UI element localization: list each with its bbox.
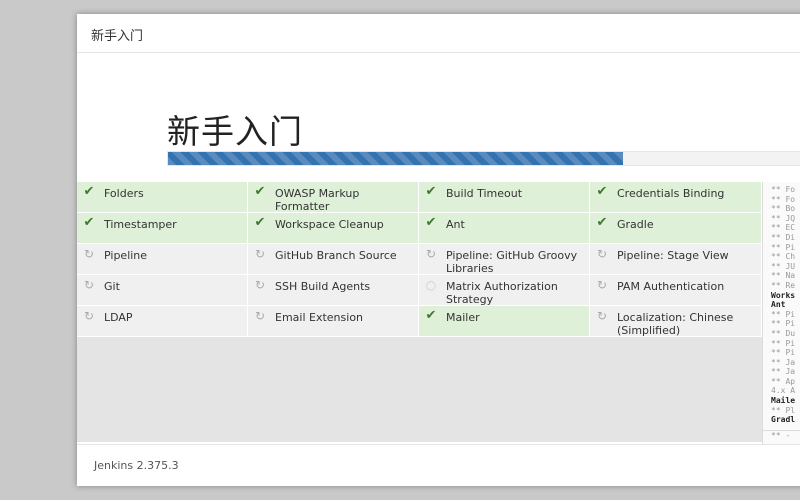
plugin-label: Credentials Binding [617, 187, 725, 200]
check-icon: ✔ [596, 184, 608, 199]
plugin-label: Folders [104, 187, 144, 200]
plugin-item: ✔ Timestamper [77, 213, 248, 244]
log-line: ** Di [771, 232, 796, 242]
plugin-label: Timestamper [104, 218, 177, 231]
plugin-item: ✔ Folders [77, 182, 248, 213]
plugin-label: GitHub Branch Source [275, 249, 397, 262]
page-title: 新手入门 [167, 112, 303, 151]
plugin-item: ↻ PAM Authentication [590, 275, 762, 306]
log-line: ** JU [771, 261, 796, 271]
hero-section: 新手入门 [77, 53, 800, 181]
plugin-label: Build Timeout [446, 187, 523, 200]
log-line: ** Pi [771, 338, 796, 348]
plugin-item: ↻ Pipeline: GitHub Groovy Libraries [419, 244, 590, 275]
log-line: ** Pi [771, 242, 796, 252]
jenkins-version: Jenkins 2.375.3 [94, 459, 179, 472]
plugin-label: LDAP [104, 311, 133, 324]
check-icon: ✔ [425, 184, 437, 199]
plugin-grid-area: ✔ Folders ✔ OWASP Markup Formatter ✔ Build Ti… [77, 182, 762, 442]
log-lines: ** Fo ** Fo ** Bo ** JQ ** EC ** Di ** Pi ** Ch… [763, 182, 800, 425]
log-line: ** Pl [771, 405, 796, 415]
log-line: ** Pi [771, 309, 796, 319]
plugin-grid: ✔ Folders ✔ OWASP Markup Formatter ✔ Build Ti… [77, 182, 762, 337]
log-line: 4.x A [771, 386, 796, 396]
plugin-label: Git [104, 280, 120, 293]
log-line: ** Pi [771, 348, 796, 358]
plugin-label: OWASP Markup Formatter [275, 187, 360, 213]
log-line: ** Na [771, 271, 796, 281]
log-line: ** Re [771, 280, 796, 290]
log-line: ** Bo [771, 204, 796, 214]
log-line: ** Du [771, 328, 796, 338]
refresh-icon: ↻ [83, 278, 95, 292]
plugin-item: ✔ Ant [419, 213, 590, 244]
log-line: ** Ap [771, 376, 796, 386]
log-tail: ** - [763, 430, 800, 444]
plugin-item: ↻ Email Extension [248, 306, 419, 337]
plugin-label: PAM Authentication [617, 280, 725, 293]
plugin-item: ✔ Mailer [419, 306, 590, 337]
log-line: ** Ja [771, 357, 796, 367]
setup-wizard-dialog: 新手入门 新手入门 ✔ Folders ✔ OWASP Markup Formatte… [77, 14, 800, 486]
check-icon: ✔ [83, 184, 95, 199]
plugin-label: Pipeline [104, 249, 148, 262]
plugin-item: ↻ GitHub Branch Source [248, 244, 419, 275]
dialog-title: 新手入门 [91, 29, 144, 44]
refresh-icon: ↻ [254, 278, 266, 292]
refresh-icon: ↻ [83, 309, 95, 323]
plugin-label: Email Extension [275, 311, 364, 324]
check-icon: ✔ [596, 215, 608, 230]
plugin-item: ✔ Build Timeout [419, 182, 590, 213]
log-line: ** Ch [771, 252, 796, 262]
plugin-item: ↻ Git [77, 275, 248, 306]
plugin-item: ✔ OWASP Markup Formatter [248, 182, 419, 213]
log-line: Gradl [771, 415, 796, 425]
log-line: ** Pi [771, 319, 796, 329]
plugin-label: Workspace Cleanup [275, 218, 384, 231]
refresh-icon: ↻ [596, 278, 608, 292]
plugin-label: Pipeline: GitHub Groovy Libraries [446, 249, 578, 275]
check-icon: ✔ [254, 215, 266, 230]
dialog-header: 新手入门 [77, 14, 800, 53]
refresh-icon: ↻ [596, 247, 608, 261]
log-line: ** Fo [771, 194, 796, 204]
plugin-label: Gradle [617, 218, 654, 231]
log-line: ** EC [771, 223, 796, 233]
plugin-label: Matrix Authorization Strategy [446, 280, 558, 306]
plugin-label: Ant [446, 218, 465, 231]
plugin-label: SSH Build Agents [275, 280, 371, 293]
log-line: ** Ja [771, 367, 796, 377]
log-line: Ant [771, 300, 786, 310]
log-line: ** JQ [771, 213, 796, 223]
plugin-label: Localization: Chinese (Simplified) [617, 311, 734, 337]
plugin-item: ↻ LDAP [77, 306, 248, 337]
plugin-item: ✔ Gradle [590, 213, 762, 244]
log-line: ** Fo [771, 185, 796, 194]
plugin-item: ↻ Pipeline: Stage View [590, 244, 762, 275]
log-line: Works [771, 290, 796, 300]
plugin-item: ↻ Localization: Chinese (Simplified) [590, 306, 762, 337]
log-line: Maile [771, 396, 796, 406]
refresh-icon: ↻ [425, 247, 437, 261]
refresh-icon: ↻ [596, 309, 608, 323]
install-log-panel[interactable]: ** Fo ** Fo ** Bo ** JQ ** EC ** Di ** Pi ** Ch… [762, 182, 800, 444]
plugin-label: Mailer [446, 311, 480, 324]
plugin-label: Pipeline: Stage View [617, 249, 729, 262]
check-icon: ✔ [425, 215, 437, 230]
check-icon: ✔ [83, 215, 95, 230]
check-icon: ✔ [254, 184, 266, 199]
plugin-item: ✔ Workspace Cleanup [248, 213, 419, 244]
plugin-item: ○ Matrix Authorization Strategy [419, 275, 590, 306]
plugin-item: ↻ Pipeline [77, 244, 248, 275]
check-icon: ✔ [425, 308, 437, 323]
pending-circle-icon: ○ [425, 278, 437, 292]
refresh-icon: ↻ [254, 247, 266, 261]
refresh-icon: ↻ [254, 309, 266, 323]
refresh-icon: ↻ [83, 247, 95, 261]
plugin-item: ↻ SSH Build Agents [248, 275, 419, 306]
dialog-footer: Jenkins 2.375.3 [77, 444, 800, 486]
install-progress-bar [167, 151, 800, 166]
progress-fill [168, 152, 623, 165]
plugin-item: ✔ Credentials Binding [590, 182, 762, 213]
